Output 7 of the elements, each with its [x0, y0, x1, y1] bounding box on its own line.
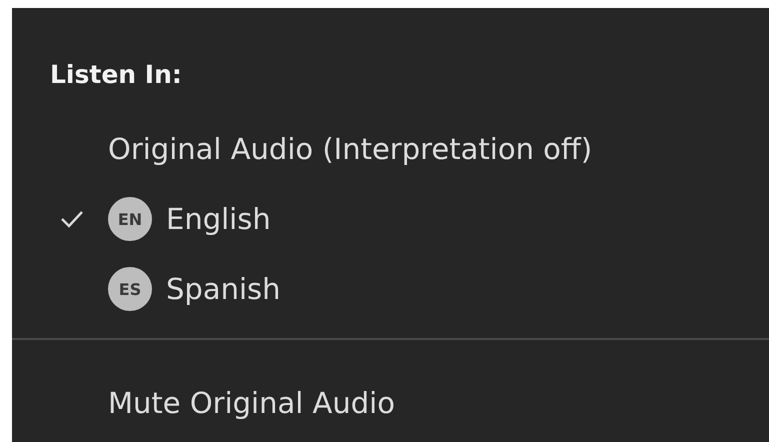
menu-option[interactable]: ES Spanish	[12, 254, 769, 324]
language-badge: ES	[108, 267, 152, 311]
menu-option[interactable]: Original Audio (Interpretation off)	[12, 114, 769, 184]
menu-heading: Listen In:	[50, 60, 183, 90]
menu-option[interactable]: EN English	[12, 184, 769, 254]
language-badge: EN	[108, 197, 152, 241]
menu-action[interactable]: Mute Original Audio	[12, 368, 769, 438]
